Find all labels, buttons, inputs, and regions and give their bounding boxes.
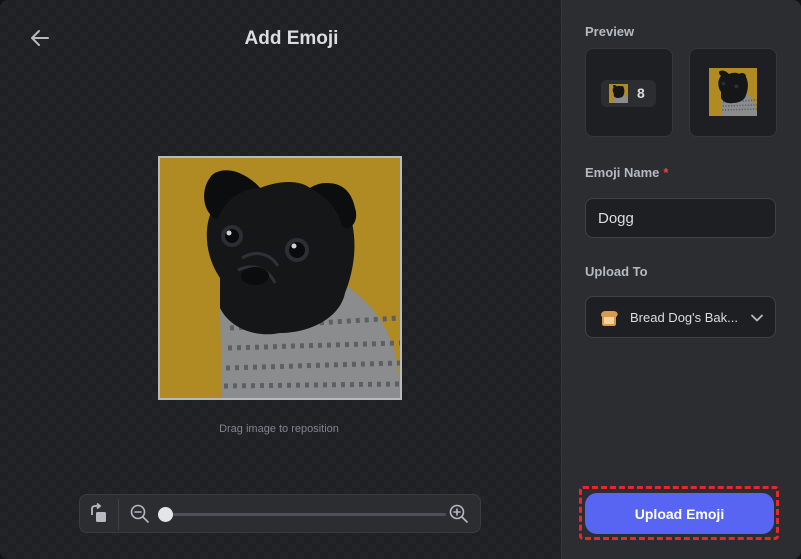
emoji-name-label-text: Emoji Name xyxy=(585,165,660,180)
modal-title: Add Emoji xyxy=(244,28,339,49)
large-emoji-image xyxy=(709,68,757,116)
reaction-preview: 8 xyxy=(585,48,673,137)
reposition-hint: Drag image to reposition xyxy=(219,423,339,435)
reaction-count: 8 xyxy=(637,85,645,101)
emoji-name-label: Emoji Name * xyxy=(585,165,668,180)
bread-icon xyxy=(601,311,618,326)
required-indicator: * xyxy=(663,165,669,180)
reaction-pill: 8 xyxy=(601,80,656,107)
add-emoji-modal: Add Emoji Drag image to reposition Previ… xyxy=(0,0,801,559)
zoom-divider xyxy=(118,499,119,530)
emoji-crop-image[interactable] xyxy=(158,156,402,400)
upload-button-highlight: Upload Emoji xyxy=(579,486,779,540)
pug-image xyxy=(160,158,400,398)
reaction-emoji-image xyxy=(609,84,628,103)
rotate-icon xyxy=(91,502,106,522)
zoom-slider-thumb[interactable] xyxy=(158,507,173,522)
zoom-controls xyxy=(79,494,481,533)
rotate-button[interactable] xyxy=(88,502,110,525)
zoom-slider-track[interactable] xyxy=(166,513,446,516)
chevron-down-icon xyxy=(751,314,763,322)
zoom-in-icon xyxy=(449,504,468,523)
image-editor: Add Emoji Drag image to reposition xyxy=(0,0,561,559)
zoom-out-button[interactable] xyxy=(130,504,150,524)
preview-label: Preview xyxy=(585,24,635,39)
large-emoji-preview xyxy=(689,48,777,137)
emoji-settings-panel: Preview 8 Emoji Name * Dogg Upload To Br… xyxy=(561,0,801,559)
zoom-in-button[interactable] xyxy=(449,504,469,524)
server-select[interactable]: Bread Dog's Bak... xyxy=(585,296,776,338)
zoom-out-icon xyxy=(130,504,149,523)
upload-emoji-button[interactable]: Upload Emoji xyxy=(585,493,774,534)
emoji-name-input[interactable] xyxy=(585,198,776,238)
upload-to-label: Upload To xyxy=(585,264,648,279)
selected-server: Bread Dog's Bak... xyxy=(630,310,738,325)
